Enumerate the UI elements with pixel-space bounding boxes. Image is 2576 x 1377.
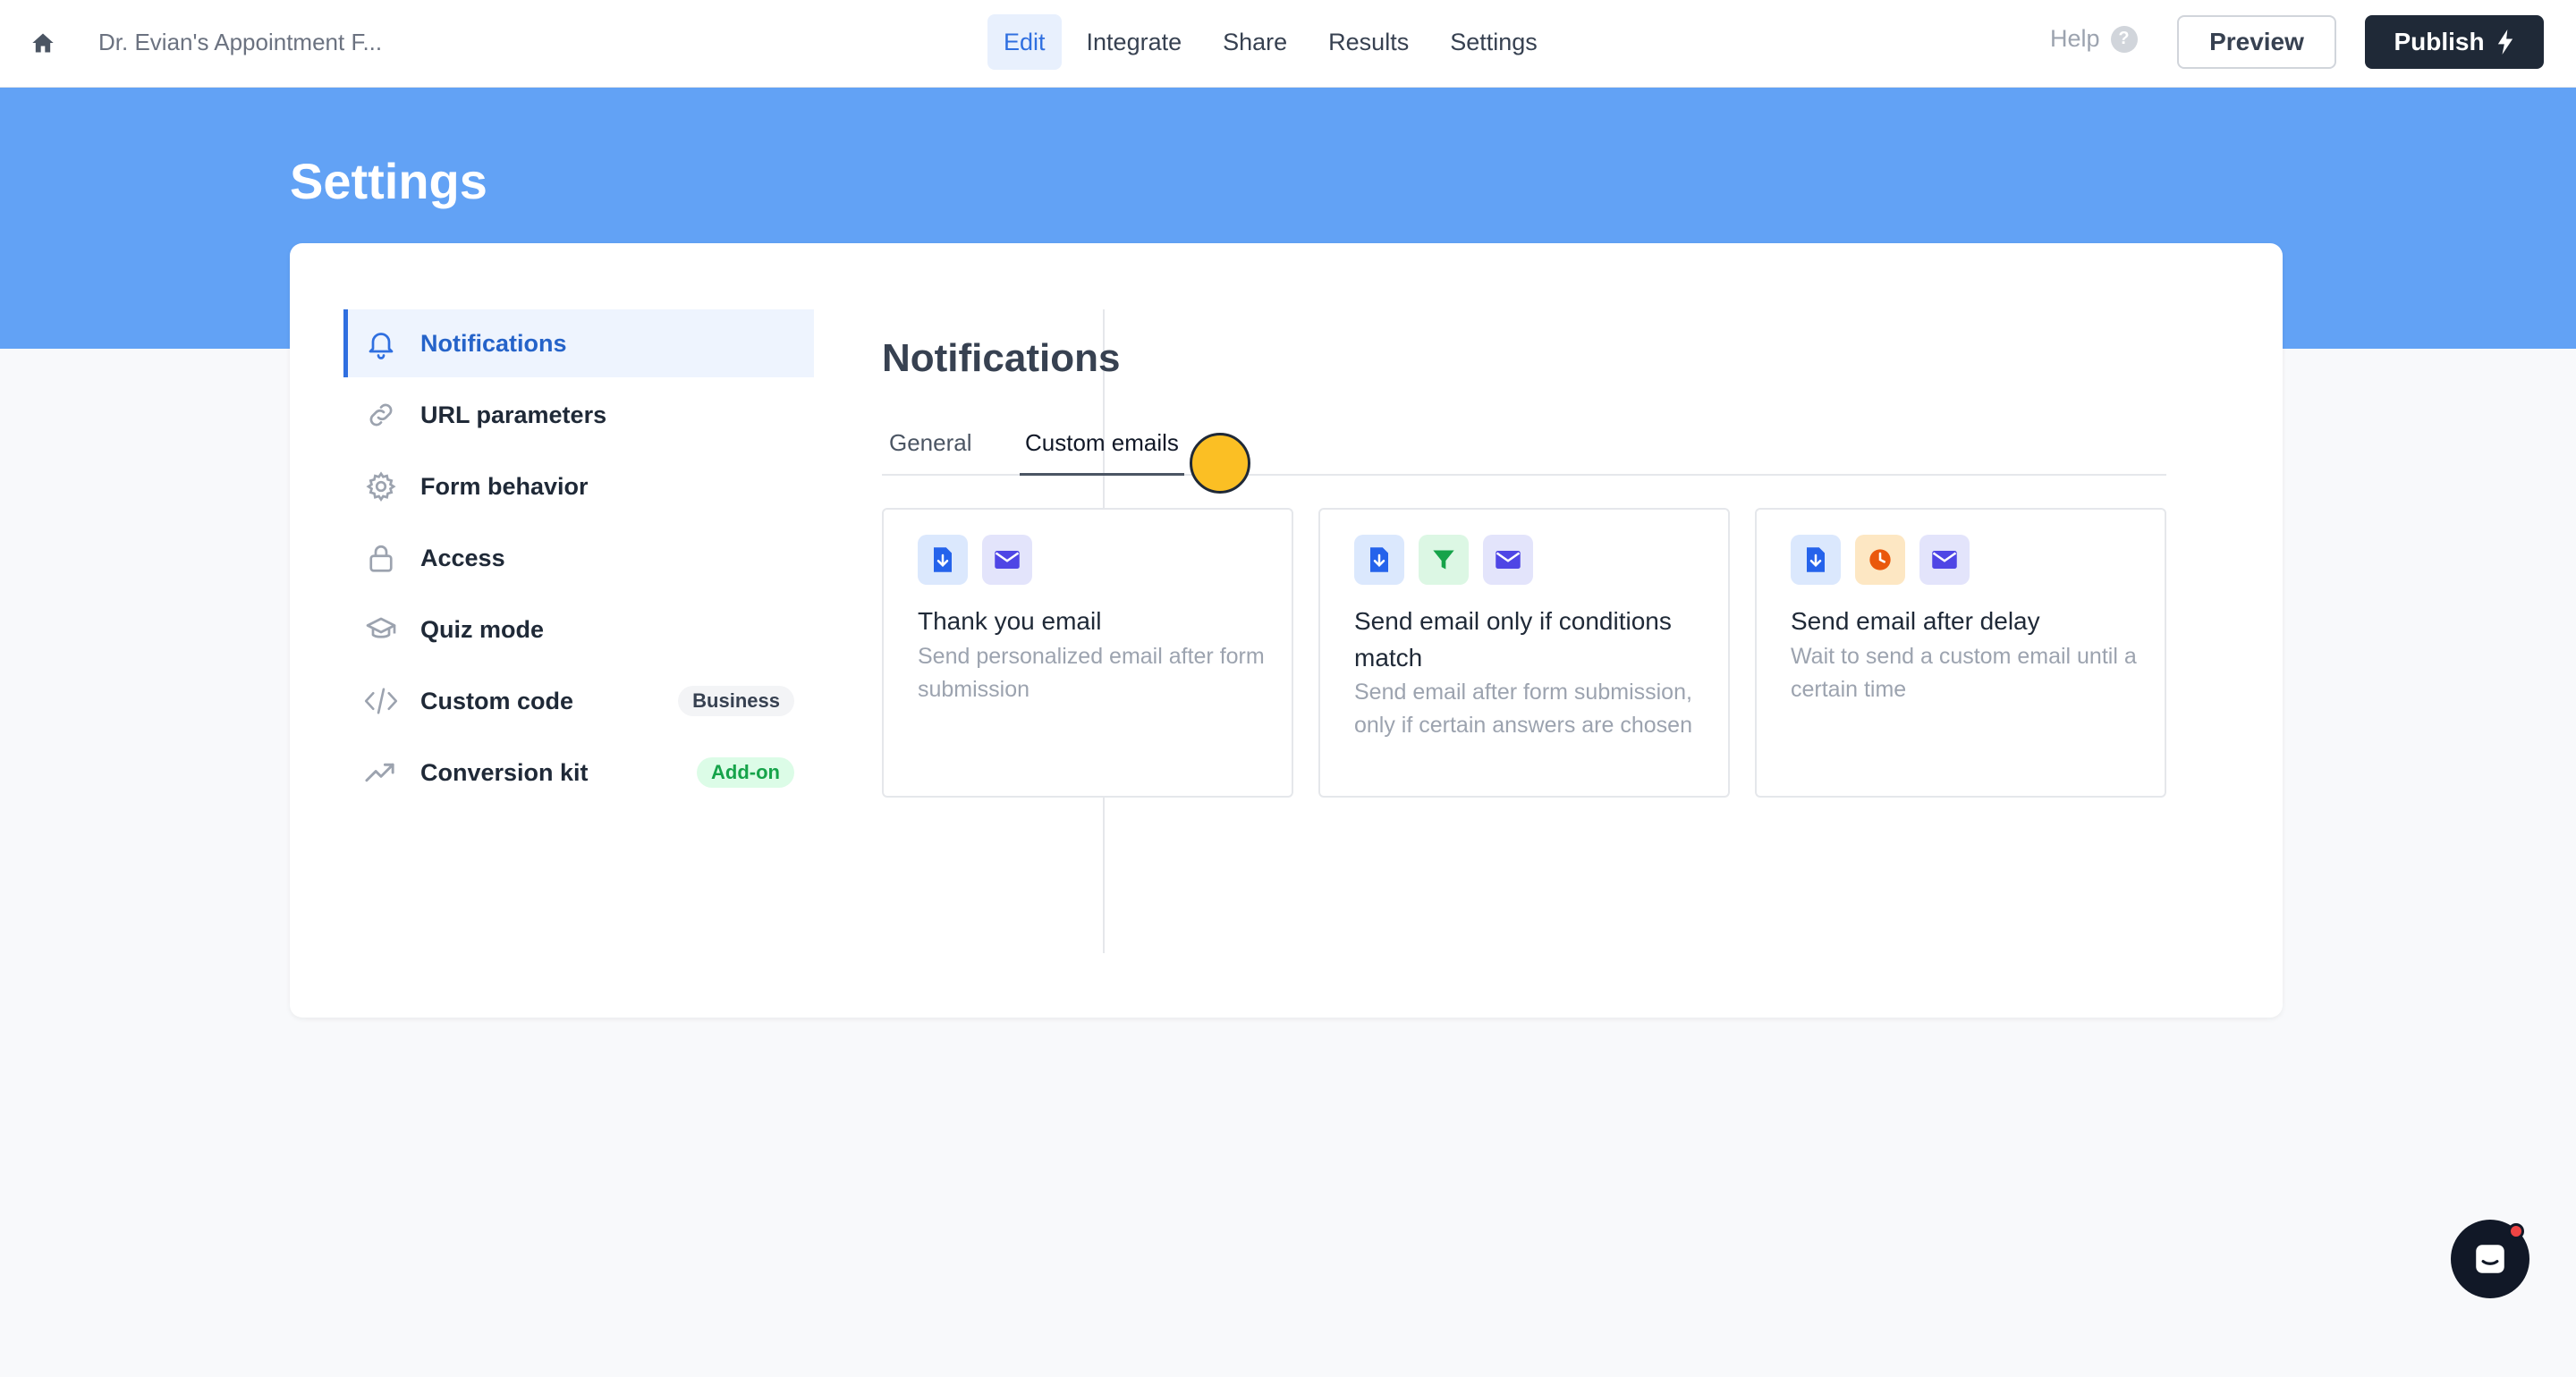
top-bar: Dr. Evian's Appointment F... Edit Integr… (0, 0, 2576, 88)
sidebar-item-conversion-kit[interactable]: Conversion kit Add-on (343, 739, 814, 807)
page-title: Settings (290, 153, 487, 209)
section-title: Notifications (882, 336, 1121, 380)
notification-tabs: General Custom emails (882, 422, 2166, 476)
filter-icon (1419, 535, 1469, 585)
chat-icon (2476, 1245, 2504, 1273)
tab-custom-emails[interactable]: Custom emails (1020, 429, 1184, 476)
form-submit-icon (918, 535, 968, 585)
envelope-icon (1919, 535, 1970, 585)
help-label: Help (2050, 25, 2100, 52)
sidebar-item-label: URL parameters (420, 401, 607, 428)
sidebar-item-label: Notifications (420, 329, 567, 357)
lock-icon (363, 540, 399, 576)
sidebar-item-label: Quiz mode (420, 615, 545, 643)
sidebar-item-access[interactable]: Access (343, 524, 814, 592)
help-icon: ? (2110, 25, 2138, 53)
nav-results[interactable]: Results (1312, 14, 1425, 70)
preview-button[interactable]: Preview (2177, 15, 2336, 69)
main-nav: Edit Integrate Share Results Settings (987, 14, 1554, 70)
settings-card: Notifications URL parameters Form behavi… (290, 243, 2283, 1018)
form-title[interactable]: Dr. Evian's Appointment F... (98, 29, 382, 56)
card-title: Thank you email (918, 607, 1102, 635)
form-submit-icon (1354, 535, 1404, 585)
card-title: Send email only if conditions match (1354, 607, 1672, 672)
home-button[interactable] (27, 27, 59, 59)
thank-you-email-card[interactable]: Thank you email Send personalized email … (882, 508, 1293, 798)
publish-label: Publish (2394, 28, 2485, 55)
trending-up-icon (363, 755, 399, 790)
nav-integrate[interactable]: Integrate (1071, 14, 1199, 70)
envelope-icon (982, 535, 1032, 585)
form-submit-icon (1791, 535, 1841, 585)
sidebar-item-notifications[interactable]: Notifications (343, 309, 814, 377)
envelope-icon (1483, 535, 1533, 585)
publish-button[interactable]: Publish (2365, 15, 2544, 69)
card-title: Send email after delay (1791, 607, 2040, 635)
notification-dot (2508, 1223, 2524, 1239)
sidebar-item-label: Custom code (420, 687, 574, 714)
chat-launcher-button[interactable] (2451, 1220, 2529, 1298)
card-icons (1354, 535, 1533, 585)
code-icon (363, 683, 399, 719)
card-icons (918, 535, 1032, 585)
tab-general[interactable]: General (889, 429, 972, 476)
sidebar-item-label: Conversion kit (420, 758, 589, 786)
home-icon (32, 33, 54, 53)
conditional-email-card[interactable]: Send email only if conditions match Send… (1318, 508, 1730, 798)
delayed-email-card[interactable]: Send email after delay Wait to send a cu… (1755, 508, 2166, 798)
card-description: Send email after form submission, only i… (1354, 680, 1692, 738)
card-description: Wait to send a custom email until a cert… (1791, 644, 2137, 702)
business-badge: Business (678, 686, 794, 716)
sidebar-item-custom-code[interactable]: Custom code Business (343, 667, 814, 735)
nav-edit[interactable]: Edit (987, 14, 1062, 70)
add-on-badge: Add-on (697, 757, 794, 788)
sidebar-item-form-behavior[interactable]: Form behavior (343, 452, 814, 520)
sidebar-item-url-parameters[interactable]: URL parameters (343, 381, 814, 449)
clock-icon (1855, 535, 1905, 585)
sidebar-item-label: Access (420, 544, 505, 571)
sidebar-item-label: Form behavior (420, 472, 589, 500)
link-icon (363, 397, 399, 433)
card-icons (1791, 535, 1970, 585)
cursor-indicator (1190, 433, 1250, 494)
nav-share[interactable]: Share (1207, 14, 1303, 70)
lightning-icon (2497, 30, 2512, 55)
nav-settings[interactable]: Settings (1434, 14, 1554, 70)
help-link[interactable]: Help ? (2050, 25, 2138, 53)
gear-icon (363, 469, 399, 504)
graduation-cap-icon (363, 612, 399, 647)
bell-icon (363, 325, 399, 361)
sidebar-item-quiz-mode[interactable]: Quiz mode (343, 596, 814, 663)
card-description: Send personalized email after form submi… (918, 644, 1265, 702)
